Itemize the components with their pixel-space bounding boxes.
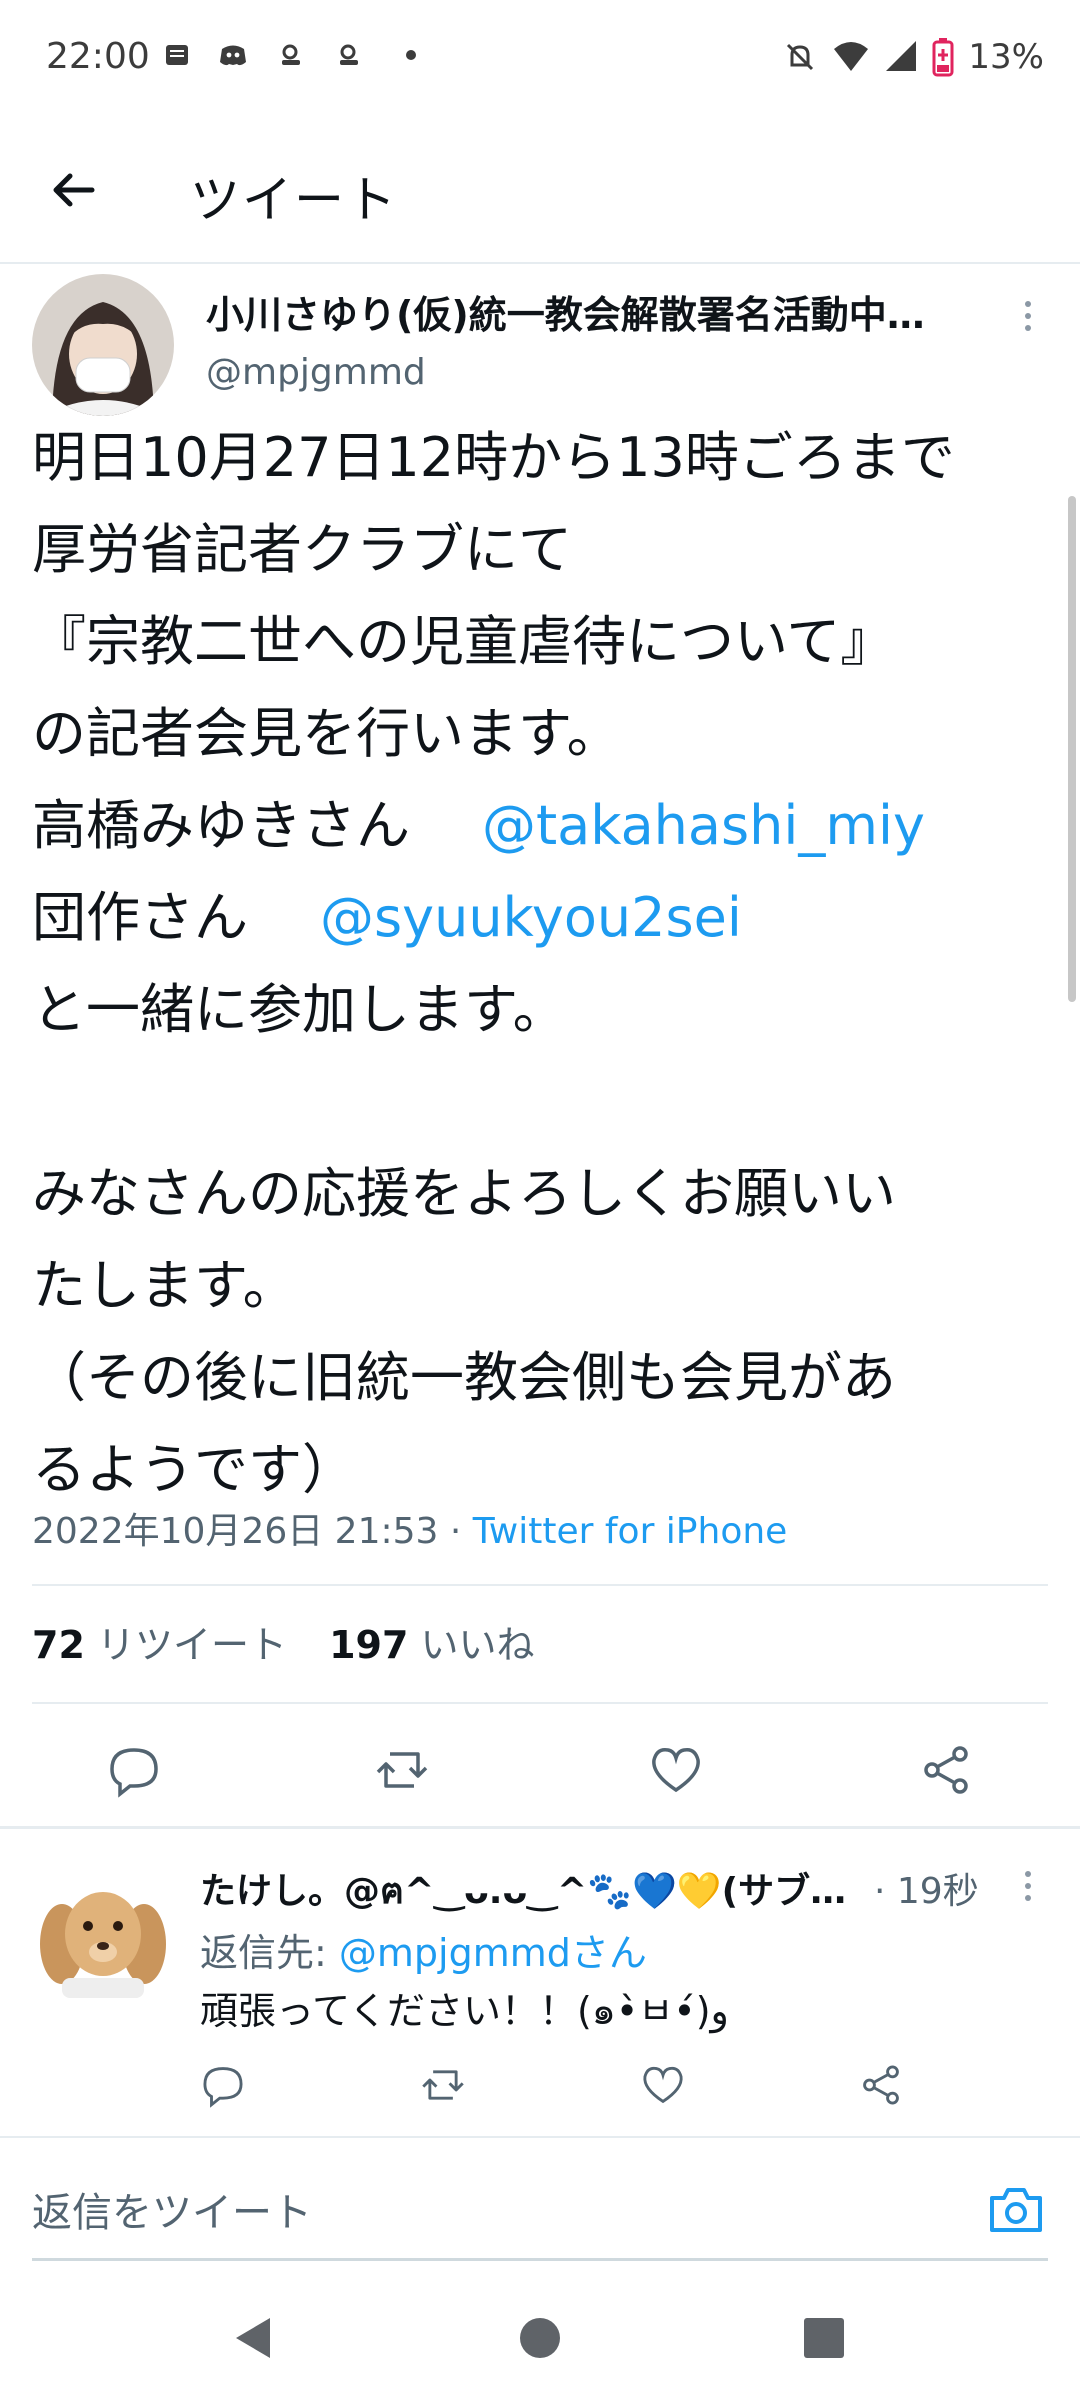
more-options-icon[interactable] — [1016, 296, 1040, 336]
like-icon[interactable] — [648, 1742, 704, 1798]
retweet-icon[interactable] — [420, 2062, 466, 2108]
reply-author-name[interactable]: たけし。@ฅ^‿ᴗ.ᴗ‿^🐾💙💛(サブ… — [200, 1862, 880, 1919]
tweet-line: と一緒に参加します。 — [32, 978, 567, 1041]
tweet-line: みなさんの応援をよろしくお願いい — [32, 1162, 896, 1225]
nav-recents-icon[interactable] — [796, 2310, 852, 2366]
reply-to: 返信先: @mpjgmmdさん — [200, 1922, 647, 1977]
divider — [0, 2136, 1080, 2138]
reply-text: 頑張ってください！！(๑•̀ㅂ•́)و — [200, 1989, 729, 2033]
divider — [32, 1584, 1048, 1586]
tweet-stats: 72 リツイート 197 いいね — [32, 1614, 535, 1669]
status-time: 22:00 — [46, 36, 150, 77]
tweet-line: の記者会見を行います。 — [32, 702, 621, 765]
app-icon — [282, 44, 300, 65]
tweet-actions — [0, 1720, 1080, 1820]
signal-icon — [886, 41, 917, 71]
reply-to-mention[interactable]: @mpjgmmdさん — [339, 1931, 647, 1975]
battery-icon — [932, 38, 954, 77]
nav-back-icon[interactable] — [226, 2310, 282, 2366]
wifi-icon — [834, 42, 869, 71]
reply-icon[interactable] — [200, 2062, 246, 2108]
page-title: ツイート — [190, 171, 398, 229]
like-label[interactable]: いいね — [421, 1623, 535, 1667]
status-bar: 22:00 13% — [0, 0, 1080, 120]
retweet-icon[interactable] — [374, 1742, 430, 1798]
tweet-line-mention: 団作さん @syuukyou2sei — [32, 872, 1052, 964]
reply-to-label: 返信先: — [200, 1931, 339, 1975]
system-nav-bar — [0, 2280, 1080, 2400]
divider — [0, 1826, 1080, 1829]
notification-icon — [166, 45, 188, 65]
author-photo — [32, 274, 174, 416]
scrollbar[interactable] — [1068, 496, 1076, 1002]
tweet-line: 『宗教二世への児童虐待について』 — [32, 610, 895, 673]
dog-photo — [32, 1866, 174, 2008]
tweet-line: 厚労省記者クラブにて — [32, 518, 572, 581]
tweet-line: 団作さん — [32, 886, 302, 949]
discord-icon — [220, 45, 246, 66]
mute-icon — [787, 43, 814, 71]
nav-home-icon[interactable] — [512, 2310, 568, 2366]
tweet-source-link[interactable]: Twitter for iPhone — [473, 1511, 788, 1552]
reply-icon[interactable] — [106, 1742, 162, 1798]
mention-link[interactable]: @takahashi_miy — [482, 794, 925, 857]
retweet-label[interactable]: リツイート — [97, 1623, 287, 1667]
tweet-metadata: 2022年10月26日 21:53 · Twitter for iPhone — [32, 1502, 787, 1554]
tweet-line: 明日10月27日12時から13時ごろまで — [32, 426, 955, 489]
tweet-line-mention: 高橋みゆきさん @takahashi_miy — [32, 780, 1052, 872]
battery-percent: 13% — [968, 37, 1044, 77]
avatar[interactable] — [32, 274, 174, 416]
tweet-line: 高橋みゆきさん — [32, 794, 464, 857]
reply-compose-input[interactable]: 返信をツイート — [32, 2180, 312, 2238]
mention-link[interactable]: @syuukyou2sei — [320, 886, 742, 949]
tweet-text: 明日10月27日12時から13時ごろまで 厚労省記者クラブにて 『宗教二世への児… — [32, 412, 1052, 1516]
tweet-line — [32, 1056, 1052, 1148]
like-count[interactable]: 197 — [329, 1623, 408, 1667]
like-icon[interactable] — [640, 2062, 686, 2108]
back-button[interactable] — [44, 160, 104, 220]
tweet-line: （その後に旧統一教会側も会見があ — [32, 1346, 896, 1409]
status-right: 13% — [782, 32, 1044, 82]
share-icon[interactable] — [858, 2062, 904, 2108]
top-header: ツイート — [0, 120, 1080, 264]
reply-time: · 19秒 — [874, 1871, 979, 1912]
app-icon — [340, 44, 358, 65]
author-handle[interactable]: @mpjgmmd — [206, 352, 426, 393]
share-icon[interactable] — [918, 1742, 974, 1798]
tweet-line: たします。 — [32, 1254, 297, 1317]
dot-icon — [406, 50, 416, 60]
compose-underline — [32, 2258, 1048, 2261]
author-name[interactable]: 小川さゆり(仮)統一教会解散署名活動中… — [206, 284, 996, 339]
divider — [32, 1702, 1048, 1704]
reply-actions — [0, 2054, 1080, 2124]
tweet-timestamp: 2022年10月26日 21:53 · — [32, 1511, 473, 1552]
more-options-icon[interactable] — [1016, 1866, 1040, 1906]
camera-icon[interactable] — [986, 2180, 1046, 2240]
reply-avatar[interactable] — [32, 1866, 174, 2008]
retweet-count[interactable]: 72 — [32, 1623, 85, 1667]
